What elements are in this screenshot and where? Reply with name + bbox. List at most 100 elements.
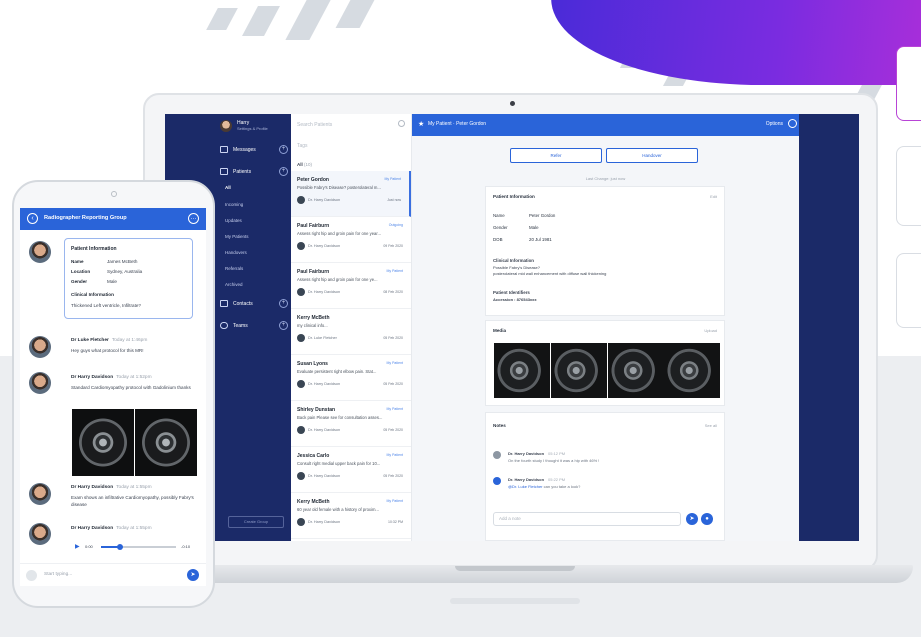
play-icon[interactable]: ▶ [75,543,80,550]
note-author: Dr. Harry Davidson [508,451,545,456]
sidebar-filter-archived[interactable]: Archived [225,282,243,287]
phone-camera [111,191,117,197]
patient-doctor: Dr. Harry Davidson [297,288,340,296]
add-patient-icon[interactable]: + [279,167,288,176]
sidebar-filter-updates[interactable]: Updates [225,218,242,223]
patient-doctor: Dr. Harry Davidson [297,196,340,204]
search-input[interactable]: Search Patients [297,122,332,128]
avatar [29,372,51,394]
avatar [493,477,501,485]
sidebar-item-label: Messages [233,146,256,153]
patient-name: Peter Gordon [297,177,329,183]
send-icon[interactable]: ➤ [187,569,199,581]
mri-thumbnail[interactable] [494,343,550,398]
list-item[interactable]: Kerry McBeth My Patient 60 year old female… [291,493,411,539]
gender-field: Gender Male [493,225,539,230]
patient-doctor: Dr. Harry Davidson [297,472,340,480]
gender-field: Gender Male [71,279,117,284]
audio-scrubber[interactable] [116,544,123,550]
doctor-name: Dr. Harry Davidson [308,198,341,202]
sidebar-filter-incoming[interactable]: Incoming [225,202,243,207]
message-author: Dr Harry Davidson Today at 1:55pm [71,485,152,490]
refer-button[interactable]: Refer [510,148,602,163]
see-all-link[interactable]: See all [705,423,717,428]
patient-tag: My Patient [384,177,401,181]
user-settings-link[interactable]: Settings & Profile [237,126,268,132]
field-label: Gender [71,279,88,284]
accession-number: Accession : 876543xxx [493,297,537,302]
audio-remaining-time: -0:10 [181,544,191,549]
more-icon[interactable]: … [188,213,199,224]
sidebar-item-contacts[interactable]: Contacts + [220,295,290,312]
add-message-icon[interactable]: + [279,145,288,154]
background-chevron [335,0,375,28]
avatar [220,120,232,132]
microphone-icon[interactable]: ● [701,513,713,525]
sidebar-item-messages[interactable]: Messages + [220,141,290,158]
card-title: Media [493,328,507,333]
message-text: Standard Cardiomyopathy protocol with Ga… [71,385,191,390]
page-title: Radiographer Reporting Group [44,215,127,221]
list-item[interactable]: Shirley Dunstan My Patient Back pain Pleas… [291,401,411,447]
mri-thumbnail[interactable] [551,343,607,398]
avatar [297,288,305,296]
list-item[interactable]: Kerry McBeth my clinical info... Dr. Luke … [291,309,411,355]
message-input[interactable]: Start typing... [44,572,72,577]
handover-button[interactable]: Handover [606,148,698,163]
patient-info-card[interactable]: Patient Information Name James McBeth Loc… [64,238,193,319]
message-author: Dr Harry Davidson Today at 1:52pm [71,375,152,380]
list-item[interactable]: Paul Fairburn Outgoing Assess right hip an… [291,217,411,263]
back-icon[interactable]: ‹ [27,213,38,224]
sidebar-filter-my-patients[interactable]: My Patients [225,234,249,239]
patient-tag: Outgoing [388,223,403,227]
mri-image[interactable] [72,409,134,476]
patient-description: Assess right hip and groin pain for one … [297,277,378,282]
add-team-icon[interactable]: + [279,321,288,330]
mri-image[interactable] [135,409,197,476]
sidebar-item-patients[interactable]: Patients + [220,163,290,180]
patient-description: Evaluate persistent right elbow pain. St… [297,369,377,374]
options-icon[interactable] [788,119,797,128]
patient-list: Search Patients Tags All (10) Peter Gord… [291,114,412,541]
create-group-button[interactable]: Create Group [228,516,284,528]
contacts-icon [220,300,228,307]
field-value: James McBeth [107,259,138,264]
list-item[interactable]: Susan Lyons My Patient Evaluate persistent… [291,355,411,401]
note-text: On the fourth study I thought it was a h… [508,458,600,463]
patient-date: 05 Feb 2020 [383,474,403,478]
mention-link[interactable]: @Dr. Luke Fletcher [508,484,543,489]
send-icon[interactable]: ➤ [686,513,698,525]
list-item[interactable]: Peter Gordon My Patient Possible Fabry's D… [291,171,411,217]
sidebar-item-label: Teams [233,322,248,329]
attach-icon[interactable] [26,570,37,581]
message-time: Today at 1:52pm [116,375,152,380]
patient-tag: My Patient [386,407,403,411]
sidebar-filter-handovers[interactable]: Handovers [225,250,247,255]
edit-button[interactable]: Edit [710,194,717,199]
patient-date: 09 Feb 2020 [383,244,403,248]
list-item[interactable]: Jessica Carlo My Patient Consult right med… [291,447,411,493]
sidebar-filter-referrals[interactable]: Referrals [225,266,243,271]
add-note-input[interactable]: Add a note [493,512,681,526]
search-icon[interactable] [398,120,405,127]
sidebar-filter-all[interactable]: All [225,185,231,190]
patient-tag: My Patient [386,499,403,503]
mri-thumbnail[interactable] [664,343,720,398]
user-profile[interactable]: Harry Settings & Profile [220,120,268,132]
detail-header: ★ My Patient · Peter Gordon Options [412,114,799,136]
tags-filter[interactable]: Tags [297,143,308,149]
add-contact-icon[interactable]: + [279,299,288,308]
chat-icon [220,146,228,153]
sidebar-item-teams[interactable]: Teams + [220,317,290,334]
mri-thumbnail[interactable] [608,343,664,398]
patient-name: Shirley Dunstan [297,407,336,413]
list-item[interactable]: Paul Fairburn My Patient Assess right hip … [291,263,411,309]
laptop-notch [455,566,575,571]
options-button[interactable]: Options [766,121,783,127]
avatar [493,451,501,459]
audio-player[interactable]: ▶ 0:00 -0:10 [71,541,196,553]
patient-doctor: Dr. Harry Davidson [297,518,340,526]
upload-button[interactable]: Upload [704,328,717,333]
star-icon[interactable]: ★ [418,120,424,128]
name-field: Name James McBeth [71,259,137,264]
